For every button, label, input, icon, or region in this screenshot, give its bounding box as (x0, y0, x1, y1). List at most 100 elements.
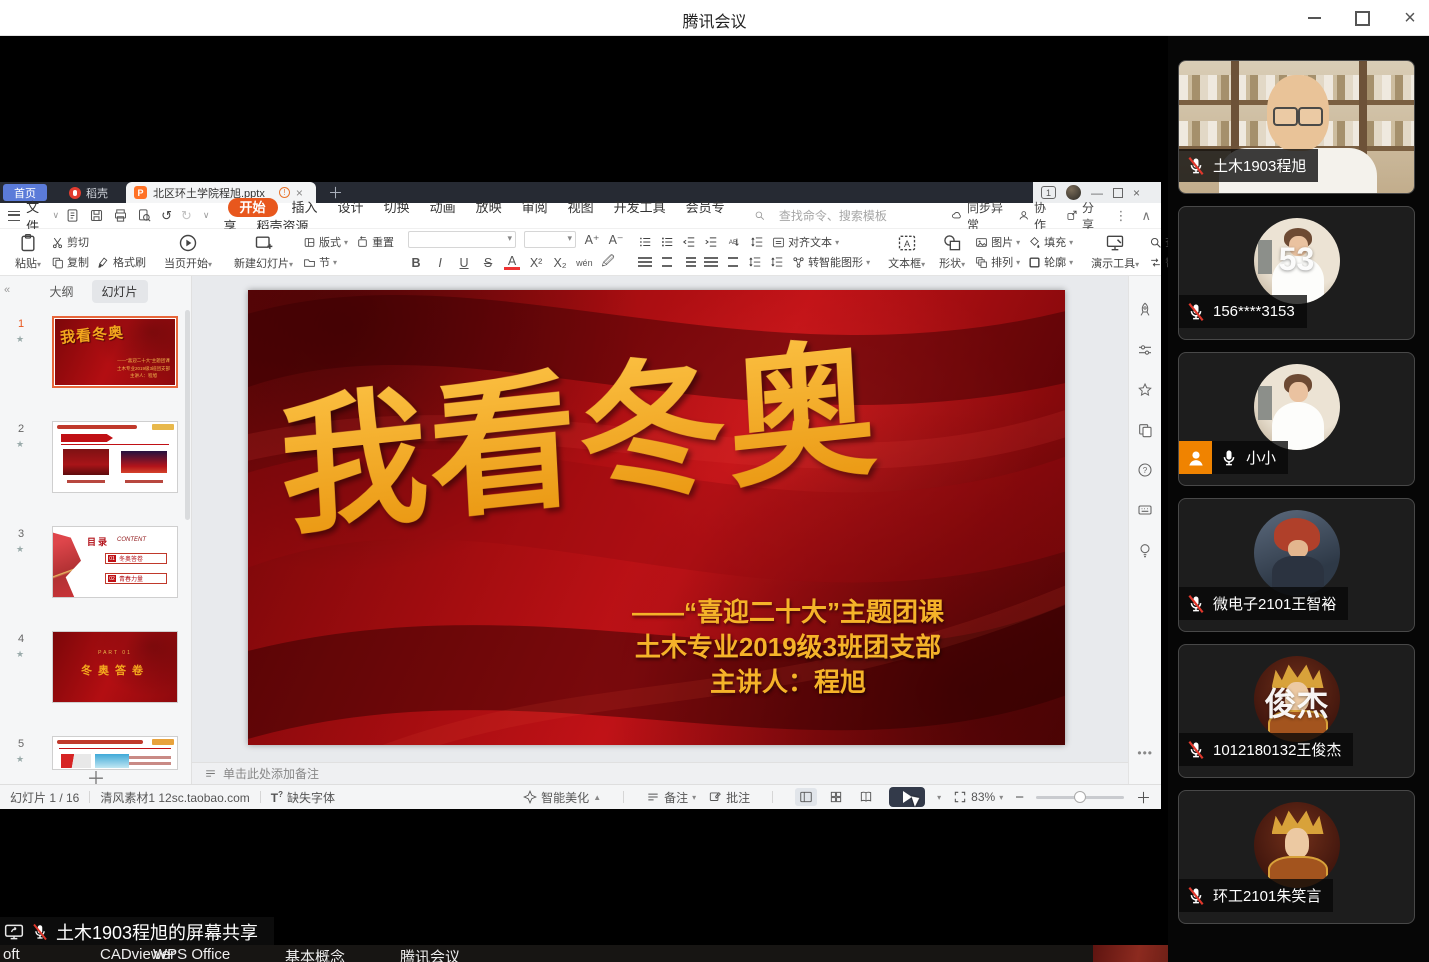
taskbar-item[interactable]: oft (3, 946, 20, 962)
zoom-in-button[interactable]: ＋ (1136, 787, 1151, 808)
paragraph-spacing-icon[interactable] (748, 255, 762, 269)
slideshow-button[interactable] (889, 787, 925, 807)
menu-item[interactable]: 开发工具 (604, 200, 676, 215)
tips-icon[interactable] (1137, 542, 1153, 558)
menu-item[interactable]: 放映 (466, 200, 512, 215)
favorites-icon[interactable] (1137, 382, 1153, 398)
print-preview-icon[interactable] (137, 208, 152, 223)
align-center-icon[interactable] (660, 256, 674, 268)
fill-button[interactable]: 填充▾ (1028, 234, 1073, 250)
tab-docer[interactable]: 稻壳 (61, 184, 116, 201)
participant-tile[interactable]: 土木1903程旭 (1178, 60, 1415, 194)
tab-outline[interactable]: 大纲 (43, 280, 79, 303)
rail-more-icon[interactable]: ••• (1137, 746, 1153, 760)
menu-item[interactable]: 插入 (282, 200, 328, 215)
mic-muted-icon[interactable] (1186, 740, 1206, 760)
share-button[interactable]: 分享 (1066, 199, 1100, 233)
missing-font-icon[interactable]: T? (271, 790, 283, 805)
italic-button[interactable]: I (432, 256, 448, 270)
fit-slide-icon[interactable] (953, 790, 967, 804)
menu-item[interactable]: 切换 (374, 200, 420, 215)
participant-tile[interactable]: 53 156****3153 (1178, 206, 1415, 340)
docer-templates-icon[interactable] (1137, 302, 1153, 318)
customize-quickbar-chevron[interactable]: ∨ (203, 210, 210, 221)
bold-button[interactable]: B (408, 256, 424, 270)
help-icon[interactable] (1137, 462, 1153, 478)
decrease-indent-icon[interactable] (682, 235, 696, 249)
collapse-panel-icon[interactable]: « (4, 284, 10, 296)
normal-view-button[interactable] (795, 788, 817, 806)
text-box-button[interactable]: 文本框▾ (884, 233, 929, 271)
duplicate-window-icon[interactable] (1137, 422, 1153, 438)
text-direction-icon[interactable] (726, 235, 742, 249)
arrange-button[interactable]: 排列▾ (975, 254, 1020, 270)
zoom-out-button[interactable]: − (1015, 789, 1024, 806)
line-spacing-icon[interactable] (750, 235, 764, 249)
missing-font-label[interactable]: 缺失字体 (287, 789, 335, 806)
template-source[interactable]: 清风素材1 12sc.taobao.com (100, 789, 249, 806)
highlight-button[interactable]: 🖉 (600, 252, 616, 273)
subscript-button[interactable]: X₂ (552, 256, 568, 270)
menu-item[interactable]: 动画 (420, 200, 466, 215)
mic-muted-icon[interactable] (1186, 594, 1206, 614)
participant-tile[interactable]: 俊杰 1012180132王俊杰 (1178, 644, 1415, 778)
new-doc-icon[interactable] (65, 208, 80, 223)
participant-tile[interactable]: 微电子2101王智裕 (1178, 498, 1415, 632)
hamburger-menu-icon[interactable] (8, 211, 20, 221)
menu-item[interactable]: 审阅 (512, 200, 558, 215)
new-slide-button[interactable]: 新建幻灯片▾ (230, 233, 297, 271)
superscript-button[interactable]: X² (528, 256, 544, 270)
collapse-ribbon-icon[interactable]: ∧ (1142, 208, 1152, 224)
decrease-font-icon[interactable]: A⁻ (608, 232, 624, 247)
phonetic-guide-button[interactable]: wén (576, 258, 592, 268)
current-slide[interactable]: 我看冬奥 ——“喜迎二十大”主题团课 土木专业2019级3班团支部 主讲人：程旭 (248, 290, 1065, 745)
properties-icon[interactable] (1137, 342, 1153, 358)
numbered-list-icon[interactable] (660, 235, 674, 249)
redo-icon[interactable]: ↻ (181, 208, 192, 224)
zoom-slider-knob[interactable] (1074, 791, 1086, 803)
close-button[interactable]: × (1399, 7, 1421, 29)
increase-indent-icon[interactable] (704, 235, 718, 249)
mic-muted-icon[interactable] (1186, 156, 1206, 176)
reset-button[interactable]: 重置 (356, 234, 394, 250)
notes-button[interactable]: 备注▾ (646, 789, 696, 806)
bullet-list-icon[interactable] (638, 235, 652, 249)
slide-canvas[interactable]: 我看冬奥 ——“喜迎二十大”主题团课 土木专业2019级3班团支部 主讲人：程旭 (192, 276, 1128, 762)
more-menu-icon[interactable]: ⋮ (1115, 208, 1128, 224)
align-text-button[interactable]: 对齐文本▾ (772, 234, 839, 250)
wps-restore-button[interactable] (1113, 188, 1123, 198)
taskbar-item[interactable]: WPS Office (153, 946, 230, 962)
participant-tile[interactable]: 小小 (1178, 352, 1415, 486)
sync-status[interactable]: 同步异常 (951, 199, 1004, 233)
align-right-icon[interactable] (682, 256, 696, 268)
strikethrough-button[interactable]: S (480, 256, 496, 270)
comments-button[interactable]: 批注 (708, 789, 750, 806)
zoom-level[interactable]: 83% (971, 790, 995, 804)
undo-icon[interactable]: ↺ (161, 208, 172, 224)
collaborate-button[interactable]: 协作 (1018, 199, 1052, 233)
row-spacing-icon[interactable] (770, 255, 784, 269)
section-button[interactable]: 节▾ (303, 254, 394, 270)
taskbar-item[interactable]: 腾讯会议 (400, 946, 460, 962)
minimize-button[interactable] (1303, 7, 1325, 29)
save-icon[interactable] (89, 208, 104, 223)
layout-button[interactable]: 版式▾ (303, 234, 348, 250)
underline-button[interactable]: U (456, 256, 472, 270)
mic-muted-icon[interactable] (1186, 302, 1206, 322)
play-from-current-button[interactable]: 当页开始▾ (160, 233, 216, 271)
thumbnail-scrollbar[interactable] (185, 310, 190, 520)
distribute-icon[interactable] (726, 256, 740, 268)
increase-font-icon[interactable]: A⁺ (584, 232, 600, 247)
mic-muted-icon[interactable] (1186, 886, 1206, 906)
notes-bar[interactable]: 单击此处添加备注 (192, 762, 1128, 784)
print-icon[interactable] (113, 208, 128, 223)
font-family-select[interactable] (408, 231, 516, 248)
outline-button[interactable]: 轮廓▾ (1028, 254, 1073, 270)
picture-button[interactable]: 图片▾ (975, 234, 1020, 250)
menu-item[interactable]: 视图 (558, 200, 604, 215)
present-tools-button[interactable]: 演示工具▾ (1087, 233, 1143, 271)
wps-minimize-button[interactable]: — (1091, 187, 1103, 199)
font-color-button[interactable]: A (504, 255, 520, 271)
command-search-input[interactable] (779, 209, 951, 223)
smart-beautify-button[interactable]: 智能美化▲ (523, 789, 601, 806)
